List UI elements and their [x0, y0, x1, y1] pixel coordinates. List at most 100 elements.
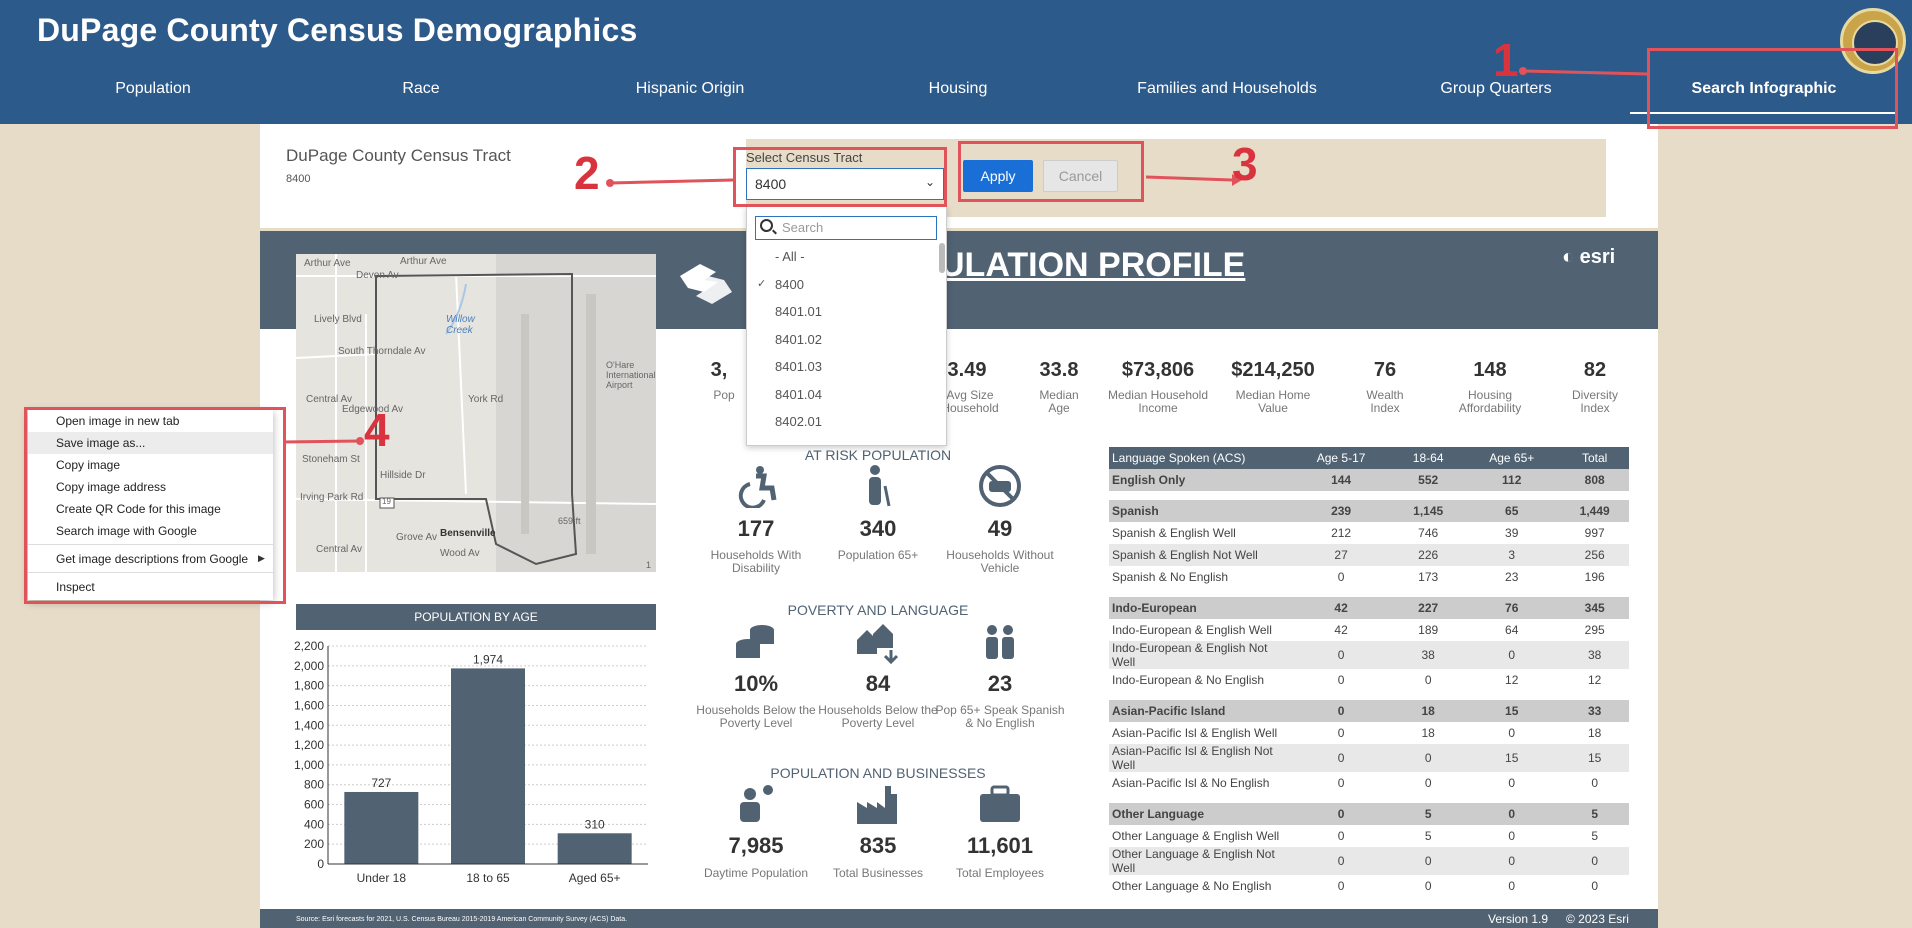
disability-label: Households With Disability: [710, 548, 802, 575]
stat-value: $73,806: [1121, 359, 1195, 381]
map-label: Arthur Ave: [304, 258, 351, 269]
highlight-box: [1647, 48, 1898, 129]
tab-housing[interactable]: Housing: [824, 80, 1092, 98]
map-label: Irving Park Rd: [300, 492, 364, 503]
table-cell: 15: [1560, 744, 1629, 772]
annotation-number: 4: [364, 404, 390, 456]
table-cell: English Only: [1109, 469, 1289, 491]
tab-families-households[interactable]: Families and Households: [1093, 80, 1361, 98]
table-cell: 42: [1334, 623, 1348, 637]
pop65-value: 340: [859, 516, 897, 541]
table-cell: 0: [1424, 673, 1432, 687]
dropdown-option[interactable]: - All -: [775, 249, 805, 264]
at-risk-title: AT RISK POPULATION: [804, 447, 952, 463]
table-cell: [1289, 794, 1394, 803]
table-cell: 0: [1463, 847, 1561, 875]
table-cell: 0: [1463, 803, 1561, 825]
table-cell: 0: [1289, 641, 1394, 669]
stat-value: 3,: [710, 359, 728, 381]
map-label: Hillside Dr: [380, 470, 426, 481]
employees-label: Total Employees: [955, 866, 1045, 880]
wheelchair-icon: [738, 466, 777, 508]
bar[interactable]: [451, 668, 525, 864]
table-row: Indo-European 42 227 76 345: [1109, 597, 1629, 619]
main-nav: Population Race Hispanic Origin Housing …: [0, 80, 1912, 110]
table-cell: 0: [1560, 847, 1629, 875]
tab-population[interactable]: Population: [19, 80, 287, 98]
table-cell: 1,145: [1393, 500, 1464, 522]
table-cell: 5: [1393, 803, 1464, 825]
copyright-label: © 2023 Esri: [1566, 912, 1629, 926]
stat-label: Pop: [713, 388, 735, 402]
tab-hispanic-origin[interactable]: Hispanic Origin: [556, 80, 824, 98]
handshake-icon: [680, 264, 732, 304]
dropdown-option[interactable]: 8400: [775, 277, 804, 292]
table-cell: 552: [1393, 469, 1464, 491]
stat-value: 33.8: [1039, 359, 1079, 381]
table-row: Spanish & English Well 212 746 39 997: [1109, 522, 1629, 544]
table-cell: Asian-Pacific Isl & No English: [1112, 776, 1270, 790]
esri-logo: ◐ esri: [1562, 246, 1615, 269]
table-cell: 15: [1463, 744, 1561, 772]
language-table: Language Spoken (ACS) Age 5-17 18-64 Age 65…: [1109, 447, 1629, 897]
search-icon: [760, 219, 773, 232]
map-label: Bensenville: [440, 528, 496, 539]
highlight-box: [733, 147, 947, 207]
table-row: English Only 144 552 112 808: [1109, 469, 1629, 491]
table-cell: 3: [1463, 544, 1561, 566]
table-cell: Indo-European & English Well: [1112, 623, 1272, 637]
table-row: Asian-Pacific Isl & English Well 0 18 0 18: [1109, 722, 1629, 744]
y-tick-label: 600: [304, 798, 324, 812]
table-cell: [1289, 588, 1394, 597]
table-cell: 42: [1289, 597, 1394, 619]
stat-value: 148: [1473, 359, 1507, 381]
table-cell: [1109, 691, 1289, 700]
table-cell: 0: [1337, 879, 1345, 893]
bar[interactable]: [344, 791, 419, 864]
table-cell: 0: [1591, 776, 1599, 790]
table-cell: 0: [1508, 776, 1516, 790]
dropdown-option[interactable]: 8401.03: [775, 359, 822, 374]
chart-title: POPULATION BY AGE: [296, 604, 656, 630]
bar-value-label: 727: [371, 776, 391, 790]
table-cell: Other Language & English Well: [1112, 829, 1280, 843]
bar[interactable]: [557, 833, 632, 864]
table-cell: 746: [1418, 526, 1439, 540]
table-cell: 76: [1463, 597, 1561, 619]
map-label: 1: [646, 560, 652, 570]
y-tick-label: 2,200: [294, 639, 324, 653]
dropdown-option[interactable]: 8401.04: [775, 387, 822, 402]
annotation-number: 1: [1493, 34, 1519, 86]
table-cell: 0: [1337, 776, 1345, 790]
table-cell: 0: [1289, 744, 1394, 772]
dropdown-option[interactable]: 8402.01: [775, 414, 822, 429]
table-cell: 18: [1393, 700, 1464, 722]
table-cell: 1,449: [1560, 500, 1629, 522]
map-label: Devon Av: [356, 270, 399, 281]
population-by-age-chart: 0 200 400 600 800 1,000 1,200 1,400 1,600 1,800 2,…: [294, 639, 648, 885]
table-cell: [1393, 691, 1464, 700]
table-cell: 64: [1505, 623, 1519, 637]
table-cell: Indo-European & No English: [1112, 673, 1265, 687]
table-cell: [1463, 588, 1561, 597]
table-cell: [1289, 491, 1394, 500]
stat-label: Median Home Value: [1235, 388, 1311, 415]
y-tick-label: 1,400: [294, 718, 324, 732]
map-label: 659 ft: [558, 516, 581, 526]
no-car-icon: [979, 465, 1021, 507]
table-cell: 65: [1463, 500, 1561, 522]
stat-label: Diversity Index: [1571, 388, 1618, 415]
dropdown-scrollbar[interactable]: [939, 243, 945, 273]
dropdown-option[interactable]: 8401.01: [775, 304, 822, 319]
tract-dropdown[interactable]: Search - All - ✓ 8400 8401.01 8401.02 84…: [746, 206, 947, 446]
table-cell: [1109, 491, 1289, 500]
table-spacer: [1109, 588, 1629, 597]
dropdown-search-input[interactable]: Search: [755, 216, 937, 240]
table-cell: 23: [1505, 570, 1519, 584]
y-tick-label: 800: [304, 778, 324, 792]
dropdown-option[interactable]: 8401.02: [775, 332, 822, 347]
tab-race[interactable]: Race: [287, 80, 555, 98]
table-row: Spanish 239 1,145 65 1,449: [1109, 500, 1629, 522]
tract-map[interactable]: Arthur Ave Arthur Ave Devon Av Willow Cr…: [296, 254, 656, 572]
table-cell: 5: [1560, 803, 1629, 825]
